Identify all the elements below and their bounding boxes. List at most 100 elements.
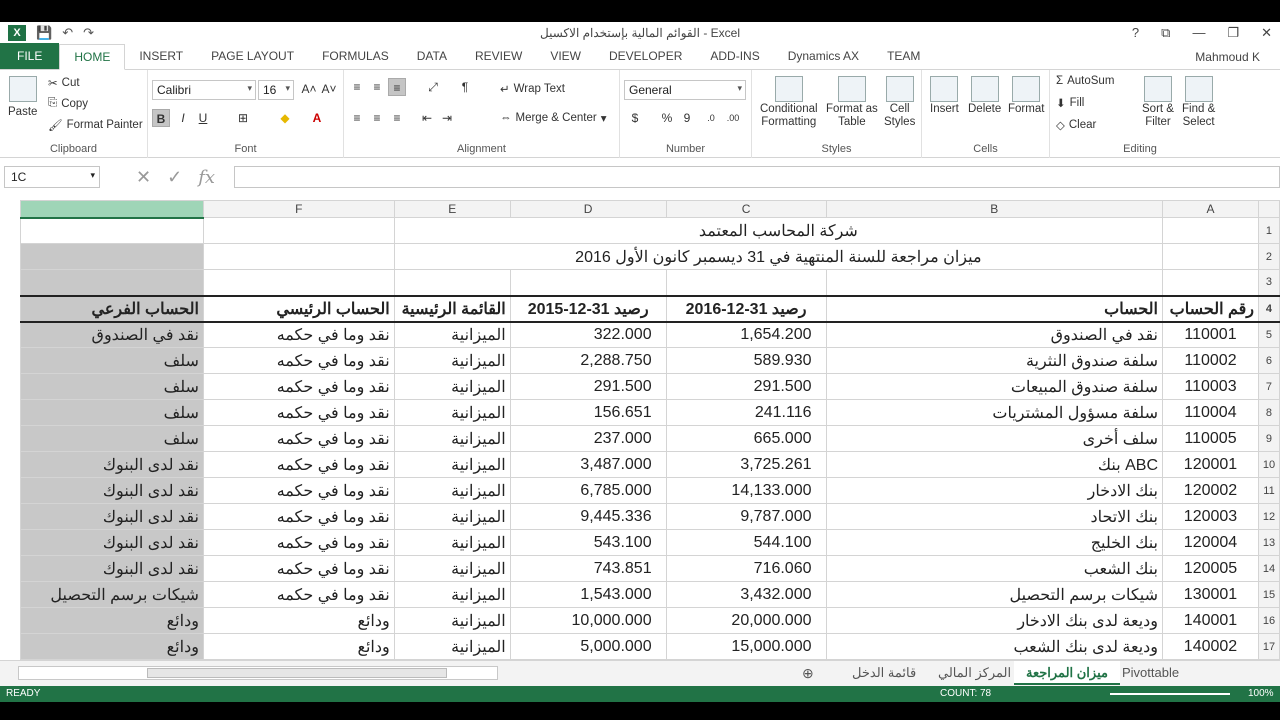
merge-center-button[interactable]: ⇔ Merge & Center ▾ [500, 111, 606, 125]
row-header[interactable]: 8 [1257, 399, 1280, 426]
tab-insert[interactable]: INSERT [125, 43, 197, 69]
sub-account-cell[interactable]: نقد لدى البنوك [20, 477, 204, 504]
decrease-decimal-icon[interactable]: .00 [724, 109, 742, 127]
account-name-cell[interactable]: بنك الشعب [825, 555, 1163, 582]
insert-button[interactable]: Insert [930, 76, 959, 115]
account-name-cell[interactable]: وديعة لدى بنك الشعب [825, 633, 1163, 660]
help-icon[interactable]: ? [1132, 25, 1139, 41]
balance-2015-cell[interactable]: 291.500 [509, 373, 667, 400]
row-header[interactable]: 15 [1257, 581, 1280, 608]
format-as-table-button[interactable]: Format as Table [826, 76, 878, 128]
column-header-b[interactable]: B [825, 200, 1163, 218]
main-statement-cell[interactable]: الميزانية [393, 477, 511, 504]
sub-account-cell[interactable]: نقد لدى البنوك [20, 451, 204, 478]
cell[interactable] [825, 269, 1163, 296]
row-header[interactable]: 6 [1257, 347, 1280, 374]
row-header[interactable]: 12 [1257, 503, 1280, 530]
main-account-cell[interactable]: نقد وما في حكمه [202, 529, 395, 556]
main-account-cell[interactable]: نقد وما في حكمه [202, 451, 395, 478]
row-header[interactable]: 5 [1257, 321, 1280, 348]
main-statement-cell[interactable]: الميزانية [393, 633, 511, 660]
wrap-text-button[interactable]: ↵ Wrap Text [500, 82, 565, 96]
balance-2016-cell[interactable]: 241.116 [665, 399, 827, 426]
cancel-icon[interactable]: ✕ [136, 167, 151, 188]
add-sheet-icon[interactable]: ⊕ [790, 661, 826, 685]
cell[interactable] [202, 217, 395, 244]
main-statement-cell[interactable]: الميزانية [393, 321, 511, 348]
zoom-slider[interactable] [1110, 693, 1230, 695]
cell[interactable] [509, 269, 667, 296]
align-bottom-icon[interactable]: ≡ [388, 78, 406, 96]
increase-decimal-icon[interactable]: .0 [702, 109, 720, 127]
account-name-cell[interactable]: بنك الادخار [825, 477, 1163, 504]
account-number-cell[interactable]: 110001 [1162, 321, 1259, 348]
balance-2016-cell[interactable]: 14,133.000 [665, 477, 827, 504]
cell[interactable] [20, 243, 204, 270]
grow-font-icon[interactable]: A˄ [300, 80, 318, 98]
fill-button[interactable]: ⬇ Fill [1056, 96, 1084, 110]
row-header[interactable]: 1 [1257, 217, 1280, 244]
shrink-font-icon[interactable]: A˅ [320, 80, 338, 98]
balance-2016-cell[interactable]: 20,000.000 [665, 607, 827, 634]
ribbon-display-icon[interactable]: ⧉ [1161, 25, 1170, 41]
conditional-formatting-button[interactable]: Conditional Formatting [760, 76, 818, 128]
formula-input[interactable] [234, 166, 1280, 188]
balance-2015-cell[interactable]: 543.100 [509, 529, 667, 556]
rtl-icon[interactable]: ¶ [456, 78, 474, 96]
align-middle-icon[interactable]: ≡ [368, 78, 386, 96]
main-account-cell[interactable]: نقد وما في حكمه [202, 581, 395, 608]
sub-account-cell[interactable]: نقد لدى البنوك [20, 529, 204, 556]
number-format-select[interactable]: General [624, 80, 746, 100]
balance-2015-cell[interactable]: 6,785.000 [509, 477, 667, 504]
column-header-d[interactable]: D [509, 200, 667, 218]
paste-button[interactable]: Paste [8, 76, 37, 118]
cell[interactable] [1162, 217, 1259, 244]
account-name-cell[interactable]: سلفة صندوق المبيعات [825, 373, 1163, 400]
balance-2016-cell[interactable]: 716.060 [665, 555, 827, 582]
balance-2015-cell[interactable]: 9,445.336 [509, 503, 667, 530]
align-right-icon[interactable]: ≡ [388, 109, 406, 127]
tab-page-layout[interactable]: PAGE LAYOUT [197, 43, 308, 69]
row-header[interactable]: 3 [1257, 269, 1280, 296]
cell-styles-button[interactable]: Cell Styles [884, 76, 915, 128]
balance-2015-cell[interactable]: 2,288.750 [509, 347, 667, 374]
align-top-icon[interactable]: ≡ [348, 78, 366, 96]
account-number-cell[interactable]: 120002 [1162, 477, 1259, 504]
minimize-icon[interactable]: — [1192, 25, 1205, 41]
column-header-e[interactable]: E [393, 200, 511, 218]
sheet-tab-income-statement[interactable]: قائمة الدخل [840, 661, 928, 685]
header-account[interactable]: الحساب [825, 294, 1163, 323]
row-header[interactable]: 13 [1257, 529, 1280, 556]
row-header[interactable]: 7 [1257, 373, 1280, 400]
balance-2016-cell[interactable]: 665.000 [665, 425, 827, 452]
balance-2015-cell[interactable]: 743.851 [509, 555, 667, 582]
account-name-cell[interactable]: بنك الاتحاد [825, 503, 1163, 530]
main-statement-cell[interactable]: الميزانية [393, 399, 511, 426]
close-icon[interactable]: ✕ [1261, 25, 1272, 41]
cell[interactable] [202, 243, 395, 270]
sub-account-cell[interactable]: سلف [20, 347, 204, 374]
main-statement-cell[interactable]: الميزانية [393, 555, 511, 582]
clear-button[interactable]: ◇ Clear [1056, 118, 1096, 132]
column-header-f[interactable]: F [202, 200, 395, 218]
horizontal-scrollbar[interactable] [18, 666, 498, 680]
user-name[interactable]: Mahmoud K [1195, 50, 1260, 64]
tab-view[interactable]: VIEW [536, 43, 595, 69]
delete-button[interactable]: Delete [968, 76, 1001, 115]
account-name-cell[interactable]: سلفة صندوق النثرية [825, 347, 1163, 374]
main-statement-cell[interactable]: الميزانية [393, 425, 511, 452]
account-number-cell[interactable]: 120004 [1162, 529, 1259, 556]
tab-add-ins[interactable]: ADD-INS [696, 43, 773, 69]
account-number-cell[interactable]: 120003 [1162, 503, 1259, 530]
main-account-cell[interactable]: نقد وما في حكمه [202, 477, 395, 504]
copy-button[interactable]: ⎘ Copy [48, 97, 88, 110]
function-icon[interactable]: fx [198, 167, 215, 188]
row-header[interactable]: 11 [1257, 477, 1280, 504]
main-statement-cell[interactable]: الميزانية [393, 607, 511, 634]
main-statement-cell[interactable]: الميزانية [393, 347, 511, 374]
account-name-cell[interactable]: سلفة مسؤول المشتريات [825, 399, 1163, 426]
balance-2015-cell[interactable]: 322.000 [509, 321, 667, 348]
sort-filter-button[interactable]: Sort & Filter [1142, 76, 1174, 128]
sub-account-cell[interactable]: نقد لدى البنوك [20, 503, 204, 530]
account-number-cell[interactable]: 130001 [1162, 581, 1259, 608]
